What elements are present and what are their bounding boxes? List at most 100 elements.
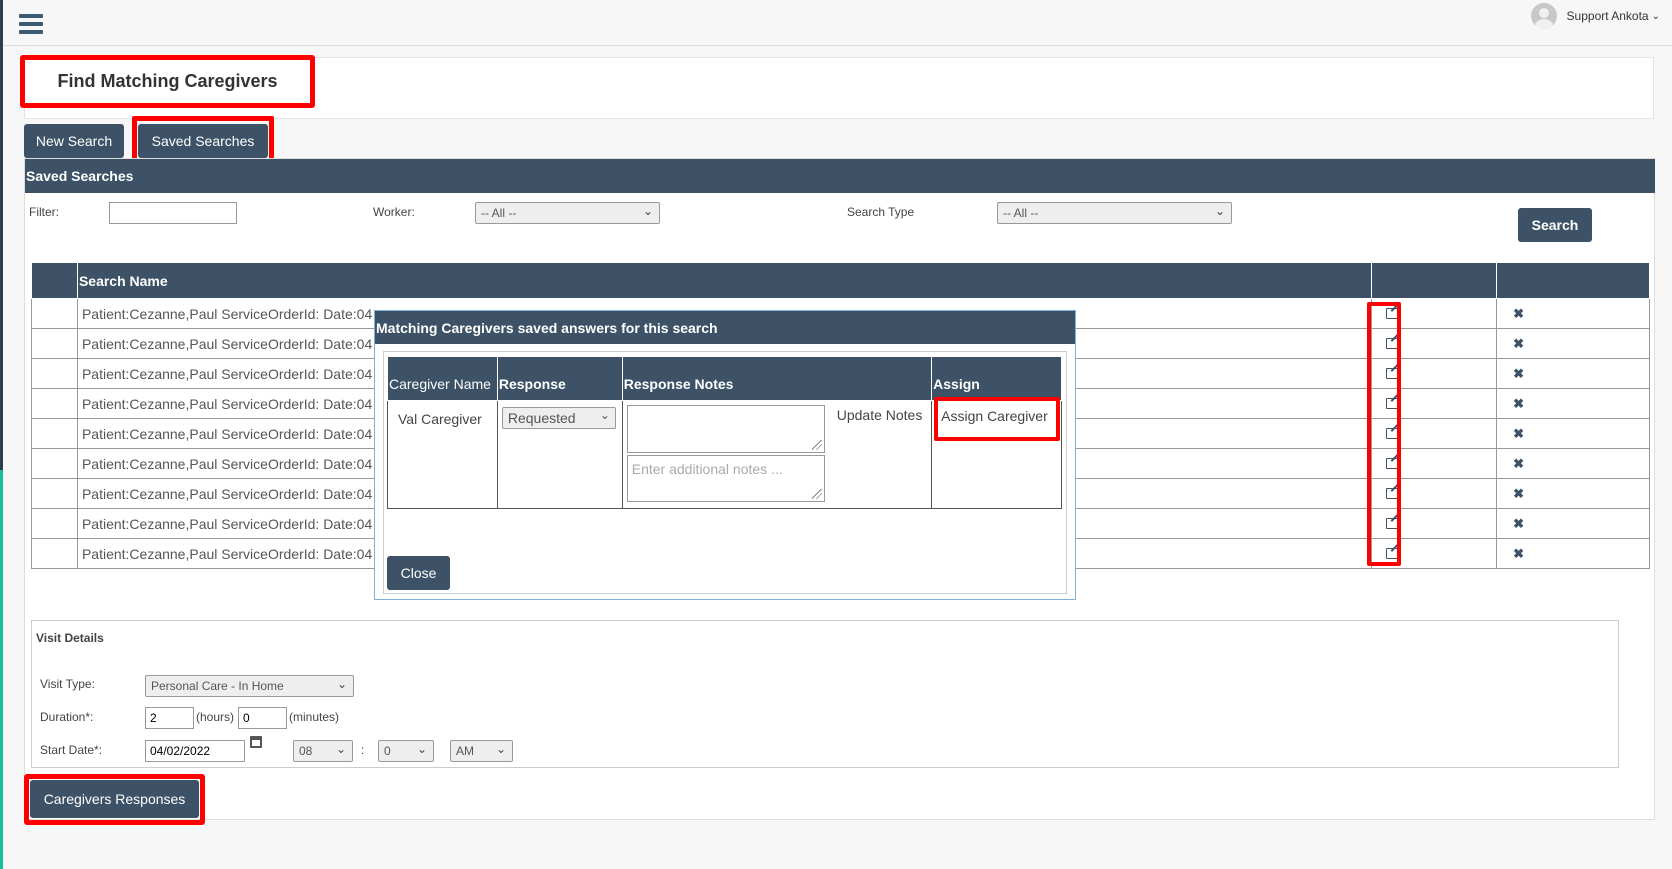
- row-select-cell: [31, 478, 78, 509]
- row-select-cell: [31, 358, 78, 389]
- search-name: Patient:Cezanne,Paul ServiceOrderId: Dat…: [81, 485, 373, 502]
- additional-notes-placeholder: Enter additional notes ...: [631, 461, 783, 477]
- delete-icon[interactable]: ✖: [1513, 396, 1524, 412]
- chevron-down-icon: ⌄: [416, 742, 427, 756]
- time-separator: :: [361, 743, 365, 757]
- search-name: Patient:Cezanne,Paul ServiceOrderId: Dat…: [81, 335, 373, 352]
- chevron-down-icon: ⌄: [335, 742, 346, 756]
- chevron-down-icon: ⌄: [642, 204, 653, 218]
- column-header-delete: [1496, 262, 1650, 299]
- worker-select-value: -- All --: [481, 206, 517, 220]
- search-type-label: Search Type: [847, 205, 915, 219]
- caregiver-cell: Val Caregiver: [387, 400, 498, 509]
- new-search-button[interactable]: New Search: [24, 124, 124, 158]
- hamburger-menu-icon[interactable]: [19, 14, 43, 34]
- search-button[interactable]: Search: [1518, 208, 1592, 242]
- chevron-down-icon: ⌄: [1214, 204, 1225, 218]
- search-name: Patient:Cezanne,Paul ServiceOrderId: Dat…: [81, 305, 373, 322]
- response-cell: Requested ⌄: [496, 400, 623, 509]
- column-header-caregiver-name: Caregiver Name: [387, 356, 498, 401]
- user-menu[interactable]: Support Ankota ⌄: [1530, 3, 1660, 29]
- row-select-cell: [31, 448, 78, 479]
- column-header-assign: Assign: [931, 356, 1062, 401]
- caregivers-responses-button[interactable]: Caregivers Responses: [30, 780, 199, 818]
- column-header-response-notes: Response Notes: [621, 356, 933, 401]
- chevron-down-icon: ⌄: [599, 408, 610, 422]
- delete-icon[interactable]: ✖: [1513, 426, 1524, 442]
- page-title: Find Matching Caregivers: [57, 71, 278, 91]
- minutes-label: (minutes): [289, 710, 340, 724]
- duration-minutes-input[interactable]: [238, 707, 287, 729]
- row-select-cell: [31, 538, 78, 569]
- search-name: Patient:Cezanne,Paul ServiceOrderId: Dat…: [81, 365, 373, 382]
- saved-searches-header: Saved Searches: [25, 159, 1655, 193]
- close-button[interactable]: Close: [387, 556, 450, 590]
- resize-grip-icon[interactable]: [811, 440, 822, 450]
- chevron-down-icon: ⌄: [495, 742, 506, 756]
- duration-hours-input[interactable]: [145, 707, 194, 729]
- delete-cell: ✖: [1496, 508, 1650, 539]
- chevron-down-icon: ⌄: [336, 677, 347, 691]
- delete-cell: ✖: [1496, 418, 1650, 449]
- delete-icon[interactable]: ✖: [1513, 366, 1524, 382]
- start-minute-value: 0: [384, 744, 391, 758]
- row-select-cell: [31, 328, 78, 359]
- delete-icon[interactable]: ✖: [1513, 336, 1524, 352]
- delete-cell: ✖: [1496, 388, 1650, 419]
- start-date-input[interactable]: [145, 740, 245, 762]
- start-date-label: Start Date*:: [40, 743, 103, 757]
- delete-icon[interactable]: ✖: [1513, 486, 1524, 502]
- response-notes-textarea[interactable]: [626, 405, 825, 453]
- column-header-response: Response: [496, 356, 623, 401]
- saved-searches-button[interactable]: Saved Searches: [138, 124, 268, 158]
- assign-caregiver-highlight: [934, 397, 1060, 441]
- visit-details-panel: Visit Details Visit Type: Personal Care …: [31, 620, 1619, 768]
- modal-body: Caregiver Name Response Response Notes A…: [383, 351, 1067, 594]
- additional-notes-textarea[interactable]: Enter additional notes ...: [626, 455, 825, 502]
- delete-cell: ✖: [1496, 358, 1650, 389]
- calendar-icon[interactable]: [250, 736, 262, 748]
- update-notes-link[interactable]: Update Notes: [837, 407, 923, 423]
- delete-icon[interactable]: ✖: [1513, 546, 1524, 562]
- resize-grip-icon[interactable]: [811, 489, 822, 499]
- caregiver-name: Val Caregiver: [398, 411, 482, 427]
- search-name: Patient:Cezanne,Paul ServiceOrderId: Dat…: [81, 395, 373, 412]
- response-select-value: Requested: [507, 410, 576, 426]
- avatar: [1530, 3, 1557, 29]
- duration-label: Duration*:: [40, 710, 94, 724]
- filter-input[interactable]: [109, 202, 237, 224]
- start-hour-select[interactable]: 08 ⌄: [293, 740, 353, 762]
- delete-cell: ✖: [1496, 328, 1650, 359]
- start-minute-select[interactable]: 0 ⌄: [378, 740, 434, 762]
- visit-type-select[interactable]: Personal Care - In Home ⌄: [145, 675, 354, 697]
- search-type-select-value: -- All --: [1003, 206, 1039, 220]
- edit-column-highlight: [1367, 302, 1401, 566]
- delete-icon[interactable]: ✖: [1513, 306, 1524, 322]
- search-type-select[interactable]: -- All -- ⌄: [997, 202, 1232, 224]
- delete-cell: ✖: [1496, 448, 1650, 479]
- worker-select[interactable]: -- All -- ⌄: [475, 202, 660, 224]
- delete-icon[interactable]: ✖: [1513, 456, 1524, 472]
- start-ampm-value: AM: [456, 744, 474, 758]
- hours-label: (hours): [196, 710, 235, 724]
- delete-cell: ✖: [1496, 478, 1650, 509]
- left-edge-accent: [0, 470, 3, 869]
- filter-label: Filter:: [29, 205, 59, 219]
- worker-label: Worker:: [373, 205, 415, 219]
- modal-title: Matching Caregivers saved answers for th…: [375, 311, 1075, 344]
- search-name: Patient:Cezanne,Paul ServiceOrderId: Dat…: [81, 515, 373, 532]
- visit-details-title: Visit Details: [36, 631, 104, 645]
- delete-cell: ✖: [1496, 538, 1650, 569]
- chevron-down-icon: ⌄: [1651, 10, 1660, 22]
- search-name: Patient:Cezanne,Paul ServiceOrderId: Dat…: [81, 425, 373, 442]
- visit-type-select-value: Personal Care - In Home: [151, 679, 284, 693]
- delete-icon[interactable]: ✖: [1513, 516, 1524, 532]
- row-select-cell: [31, 298, 78, 329]
- response-select[interactable]: Requested ⌄: [501, 407, 616, 429]
- row-select-cell: [31, 388, 78, 419]
- matching-caregivers-modal: Matching Caregivers saved answers for th…: [374, 310, 1076, 600]
- start-ampm-select[interactable]: AM ⌄: [450, 740, 513, 762]
- column-header-search-name: Search Name: [76, 262, 1373, 299]
- column-header-select: [31, 262, 78, 299]
- row-select-cell: [31, 418, 78, 449]
